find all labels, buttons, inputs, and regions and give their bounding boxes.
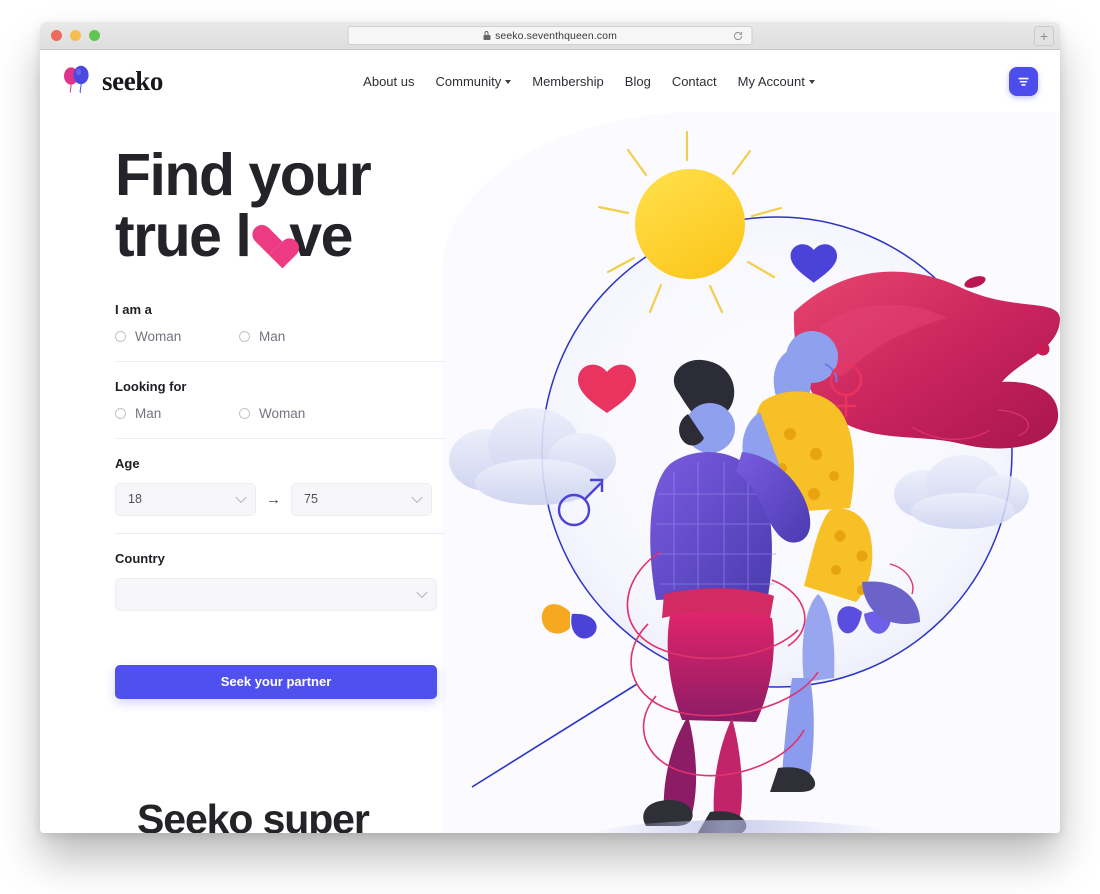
address-bar-url: seeko.seventhqueen.com (495, 29, 617, 42)
heart-icon (252, 224, 288, 257)
chevron-down-icon (505, 80, 512, 84)
looking-for-label: Looking for (115, 378, 187, 394)
age-range-row: 18 → 75 (115, 482, 445, 516)
chevron-down-icon (235, 491, 247, 504)
country-label: Country (115, 550, 165, 566)
nav-item-contact[interactable]: Contact (672, 74, 717, 89)
looking-for-options: Man Woman (115, 406, 445, 421)
nav-label: Community (435, 73, 502, 89)
radio-label: Woman (259, 405, 306, 421)
radio-i-am-a-man[interactable]: Man (239, 329, 363, 344)
filter-button[interactable] (1009, 66, 1038, 96)
radio-label: Woman (135, 328, 182, 344)
lock-icon (483, 31, 491, 40)
nav-label: Membership (532, 73, 604, 89)
age-max-value: 75 (304, 492, 318, 507)
filter-icon (1018, 77, 1029, 86)
nav-item-about-us[interactable]: About us (363, 74, 414, 89)
radio-circle-icon (115, 330, 126, 342)
field-group-i-am-a: I am a Woman Man (115, 302, 445, 362)
field-group-looking-for: Looking for Man Woman (115, 379, 445, 439)
nav-label: About us (363, 73, 415, 89)
radio-looking-for-woman[interactable]: Woman (239, 406, 363, 421)
radio-label: Man (135, 405, 162, 421)
radio-circle-icon (239, 407, 250, 419)
partner-search-form: I am a Woman Man Looking for Man Woman A… (115, 302, 445, 699)
site-logo[interactable]: seeko (60, 64, 163, 98)
country-select[interactable] (115, 577, 437, 611)
main-navigation: About us Community Membership Blog Conta… (169, 74, 1009, 89)
nav-item-blog[interactable]: Blog (625, 74, 651, 89)
age-min-select[interactable]: 18 (115, 482, 256, 516)
age-max-select[interactable]: 75 (291, 482, 432, 516)
close-window-button[interactable] (51, 30, 62, 41)
hero-section: Find your true l ve I am a Woman Man Loo… (40, 112, 1060, 833)
field-group-country: Country (115, 551, 445, 628)
minimize-window-button[interactable] (70, 30, 81, 41)
i-am-a-label: I am a (115, 301, 152, 317)
radio-circle-icon (115, 407, 126, 419)
age-range-arrow-icon: → (266, 490, 281, 508)
browser-titlebar: seeko.seventhqueen.com + (40, 22, 1060, 50)
new-tab-button[interactable]: + (1034, 26, 1054, 46)
balloons-icon (60, 64, 94, 98)
age-min-value: 18 (128, 492, 142, 507)
radio-i-am-a-woman[interactable]: Woman (115, 329, 239, 344)
browser-window: seeko.seventhqueen.com + seeko About us … (40, 22, 1060, 833)
nav-label: My Account (737, 73, 805, 89)
radio-looking-for-man[interactable]: Man (115, 406, 239, 421)
headline-line-1: Find your (115, 142, 372, 208)
site-header: seeko About us Community Membership Blog… (40, 50, 1060, 112)
page-title: Find your true l ve (115, 142, 445, 270)
headline-line-2-suffix: ve (289, 203, 353, 270)
chevron-down-icon (416, 586, 428, 599)
age-label: Age (115, 455, 140, 471)
field-group-age: Age 18 → 75 (115, 456, 445, 534)
hero-content: Find your true l ve I am a Woman Man Loo… (115, 142, 445, 699)
radio-circle-icon (239, 330, 250, 342)
nav-label: Contact (671, 73, 717, 89)
window-traffic-lights (51, 30, 100, 41)
logo-text: seeko (102, 65, 163, 96)
web-page: seeko About us Community Membership Blog… (40, 50, 1060, 833)
reload-icon[interactable] (733, 30, 744, 41)
chevron-down-icon (411, 491, 423, 504)
seek-partner-button[interactable]: Seek your partner (115, 664, 437, 699)
address-bar[interactable]: seeko.seventhqueen.com (347, 26, 753, 45)
nav-item-community[interactable]: Community (436, 74, 512, 89)
nav-item-my-account[interactable]: My Account (738, 74, 815, 89)
chevron-down-icon (808, 80, 815, 84)
headline-line-2-prefix: true l (115, 203, 252, 270)
next-section-title: Seeko super (137, 796, 370, 833)
i-am-a-options: Woman Man (115, 329, 445, 344)
nav-label: Blog (624, 73, 651, 89)
nav-item-membership[interactable]: Membership (532, 74, 604, 89)
headline-line-2: true l ve (115, 203, 445, 270)
radio-label: Man (259, 328, 286, 344)
maximize-window-button[interactable] (89, 30, 100, 41)
couple-in-magnifying-glass-illustration (442, 112, 1060, 833)
